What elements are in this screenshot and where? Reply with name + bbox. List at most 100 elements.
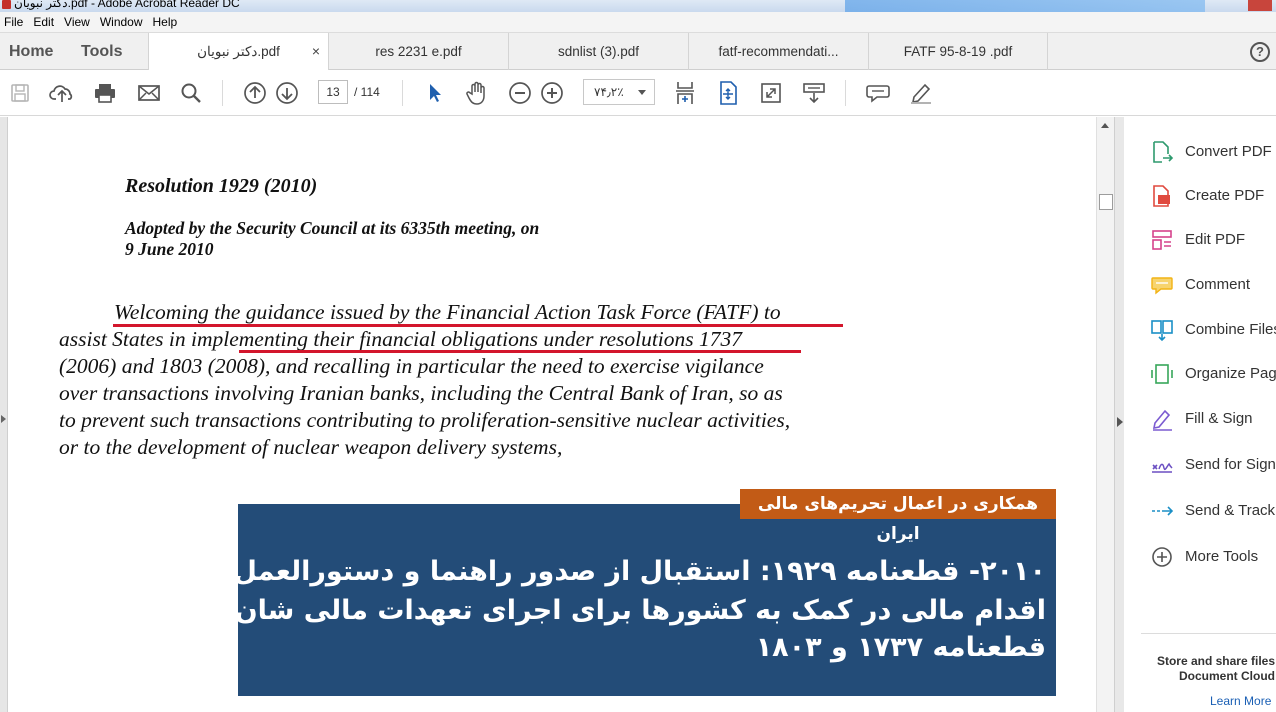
toolbar-separator	[222, 80, 223, 106]
tool-send-for-signature[interactable]: Send for Signature	[1150, 450, 1276, 480]
next-page-icon[interactable]	[274, 80, 300, 106]
toolbar: 13 / 114 ۷۴٫۲٪	[0, 70, 1276, 116]
tool-label: Send & Track	[1185, 502, 1276, 519]
paragraph-line: or to the development of nuclear weapon …	[59, 435, 563, 459]
page-total: / 114	[354, 85, 380, 99]
tool-convert-pdf[interactable]: Convert PDF	[1150, 137, 1276, 167]
tool-label: Convert PDF	[1185, 143, 1272, 160]
search-icon[interactable]	[178, 80, 204, 106]
scrollbar-thumb[interactable]	[1099, 194, 1113, 210]
fill-sign-icon	[1152, 409, 1172, 431]
create-pdf-icon	[1153, 185, 1170, 207]
tools-pane-toggle[interactable]	[1114, 117, 1124, 712]
paragraph-line: (2006) and 1803 (2008), and recalling in…	[59, 354, 764, 378]
zoom-level-value: ۷۴٫۲٪	[594, 85, 624, 99]
document-tab-label: دکتر نبویان.pdf	[197, 44, 280, 59]
menu-view[interactable]: View	[60, 15, 96, 29]
caption-line: قطعنامه ۱۷۳۷ و ۱۸۰۳	[755, 632, 1046, 663]
tool-label: Edit PDF	[1185, 231, 1246, 248]
home-tab[interactable]: Home	[9, 33, 53, 70]
tool-send-track[interactable]: Send & Track	[1150, 496, 1276, 526]
tool-label: Comment	[1185, 276, 1251, 293]
red-underline-annotation	[113, 324, 843, 327]
toolbar-separator	[402, 80, 403, 106]
tool-comment[interactable]: Comment	[1150, 270, 1276, 300]
edit-pdf-icon	[1152, 230, 1172, 250]
vertical-scrollbar[interactable]	[1096, 117, 1114, 712]
window-title: دکتر نبویان.pdf - Adobe Acrobat Reader D…	[14, 0, 240, 10]
tool-label: Organize Pages	[1185, 365, 1276, 382]
highlight-pen-icon[interactable]	[908, 80, 934, 106]
adopted-date: 9 June 2010	[125, 239, 214, 259]
combine-files-icon	[1151, 320, 1173, 342]
tool-label: Send for Signature	[1185, 456, 1276, 473]
document-tab-fatf-recommendations[interactable]: fatf-recommendati...	[688, 33, 868, 70]
save-icon[interactable]	[7, 80, 33, 106]
convert-pdf-icon	[1153, 141, 1174, 163]
email-icon[interactable]	[136, 80, 162, 106]
learn-more-link[interactable]: Learn More	[1210, 694, 1271, 708]
document-tab-fatf[interactable]: FATF 95-8-19 .pdf	[868, 33, 1048, 70]
tab-bar: Home Tools دکتر نبویان.pdf × res 2231 e.…	[0, 33, 1276, 71]
acrobat-app-icon	[2, 0, 11, 9]
menu-window[interactable]: Window	[96, 15, 149, 29]
tool-create-pdf[interactable]: Create PDF	[1150, 181, 1276, 211]
persian-caption-panel: ۲۰۱۰- قطعنامه ۱۹۲۹: استقبال از صدور راهن…	[90, 504, 1056, 696]
paragraph-line: to prevent such transactions contributin…	[59, 408, 791, 432]
paragraph-line: over transactions involving Iranian bank…	[59, 381, 783, 405]
tool-edit-pdf[interactable]: Edit PDF	[1150, 225, 1276, 255]
tool-label: More Tools	[1185, 548, 1259, 565]
adopted-line: Adopted by the Security Council at its 6…	[125, 218, 540, 238]
page-number-input[interactable]: 13	[318, 80, 348, 104]
help-icon[interactable]: ?	[1250, 42, 1270, 62]
previous-page-icon[interactable]	[242, 80, 268, 106]
document-tab-res2231[interactable]: res 2231 e.pdf	[328, 33, 508, 70]
comment-tool-icon[interactable]	[865, 80, 891, 106]
document-tab-active[interactable]: دکتر نبویان.pdf ×	[148, 33, 328, 71]
full-screen-icon[interactable]	[758, 80, 784, 106]
pdf-page: Resolution 1929 (2010) Adopted by the Se…	[9, 117, 1095, 712]
document-tab-sdnlist[interactable]: sdnlist (3).pdf	[508, 33, 688, 70]
close-tab-icon[interactable]: ×	[312, 33, 320, 70]
resolution-title: Resolution 1929 (2010)	[125, 175, 318, 197]
comment-icon	[1151, 277, 1173, 295]
collapse-right-icon	[1117, 417, 1123, 427]
tool-label: Create PDF	[1185, 187, 1265, 204]
tool-more-tools[interactable]: More Tools	[1150, 542, 1276, 572]
menu-file[interactable]: File	[0, 15, 29, 29]
print-icon[interactable]	[92, 80, 118, 106]
toolbar-separator	[845, 80, 846, 106]
hand-tool-icon[interactable]	[464, 80, 490, 106]
read-mode-icon[interactable]	[801, 80, 827, 106]
promo-line: Store and share files	[1156, 654, 1275, 668]
organize-pages-icon	[1151, 364, 1173, 384]
caption-line: اقدام مالی در کمک به کشورها برای اجرای ت…	[156, 595, 1046, 626]
document-viewer: Resolution 1929 (2010) Adopted by the Se…	[0, 117, 1124, 712]
scrolling-mode-icon[interactable]	[672, 80, 698, 106]
scroll-up-icon[interactable]	[1101, 123, 1109, 128]
tool-organize-pages[interactable]: Organize Pages	[1150, 359, 1276, 389]
promo-line: Document Cloud	[1179, 669, 1275, 683]
menu-help[interactable]: Help	[149, 15, 184, 29]
paragraph-line: Welcoming the guidance issued by the Fin…	[114, 300, 781, 324]
navigation-pane-toggle[interactable]	[0, 117, 8, 712]
fit-page-icon[interactable]	[715, 80, 741, 106]
upload-cloud-icon[interactable]	[49, 80, 75, 106]
tools-tab[interactable]: Tools	[81, 33, 122, 70]
tools-divider	[1141, 633, 1276, 634]
tool-label: Fill & Sign	[1185, 410, 1253, 427]
send-for-signature-icon	[1152, 462, 1173, 473]
zoom-out-icon[interactable]	[507, 80, 533, 106]
select-cursor-icon[interactable]	[421, 80, 447, 106]
tool-fill-sign[interactable]: Fill & Sign	[1150, 404, 1276, 434]
caption-line: ۲۰۱۰- قطعنامه ۱۹۲۹: استقبال از صدور راهن…	[89, 556, 1046, 587]
menu-edit[interactable]: Edit	[29, 15, 60, 29]
zoom-level-dropdown[interactable]: ۷۴٫۲٪	[583, 79, 655, 105]
window-close-button[interactable]	[1248, 0, 1272, 11]
tool-combine-files[interactable]: Combine Files	[1150, 315, 1276, 345]
red-underline-annotation	[239, 350, 801, 353]
tool-label: Combine Files	[1185, 321, 1276, 338]
menu-bar: File Edit View Window Help	[0, 12, 1276, 33]
zoom-in-icon[interactable]	[539, 80, 565, 106]
chevron-down-icon	[638, 90, 646, 95]
